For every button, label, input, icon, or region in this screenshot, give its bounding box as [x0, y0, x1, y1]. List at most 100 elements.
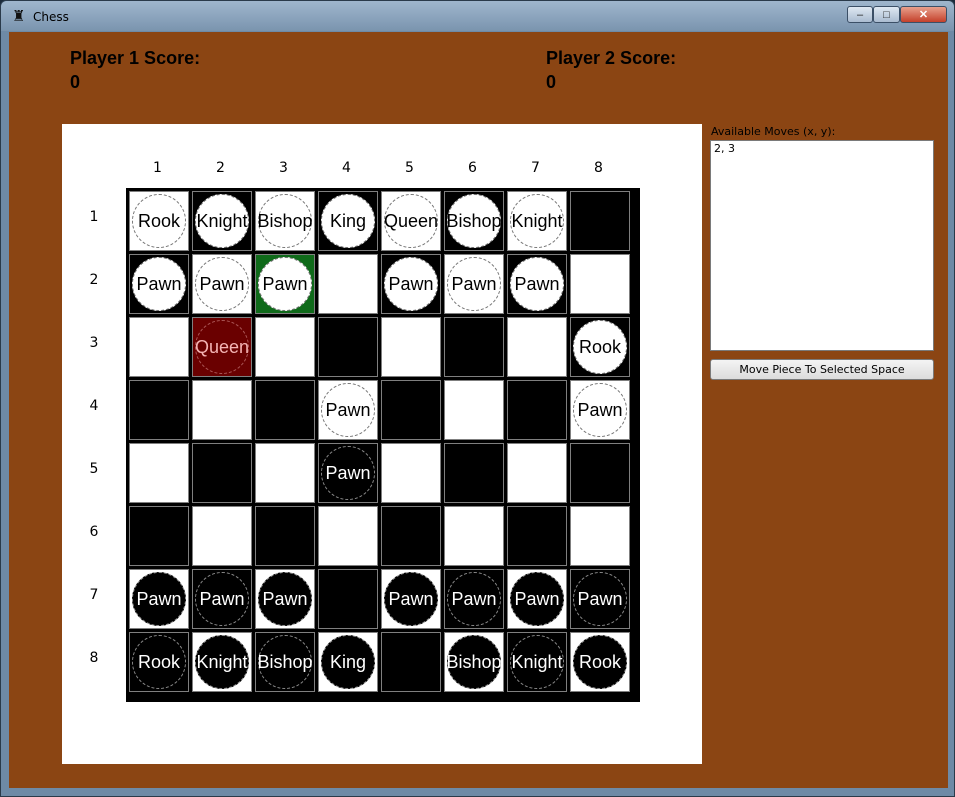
board-square[interactable]: Pawn — [444, 254, 504, 314]
chess-piece[interactable]: Pawn — [384, 257, 438, 311]
board-square[interactable]: Bishop — [444, 191, 504, 251]
chess-piece[interactable]: Pawn — [447, 257, 501, 311]
close-button[interactable]: ✕ — [900, 6, 947, 23]
board-square[interactable] — [444, 443, 504, 503]
board-square[interactable] — [129, 317, 189, 377]
board-square[interactable]: Pawn — [507, 254, 567, 314]
board-square[interactable] — [129, 443, 189, 503]
board-square[interactable]: Rook — [570, 632, 630, 692]
move-piece-button[interactable]: Move Piece To Selected Space — [710, 359, 934, 380]
chess-piece[interactable]: Queen — [195, 320, 249, 374]
board-square[interactable] — [570, 506, 630, 566]
board-square[interactable]: Pawn — [570, 569, 630, 629]
board-square[interactable]: Rook — [570, 317, 630, 377]
board-square[interactable] — [570, 443, 630, 503]
board-square[interactable]: Pawn — [381, 569, 441, 629]
board-square[interactable] — [192, 443, 252, 503]
board-square[interactable]: Knight — [192, 191, 252, 251]
chess-piece[interactable]: Pawn — [447, 572, 501, 626]
board-square[interactable]: Queen — [381, 191, 441, 251]
board-square[interactable]: Knight — [507, 191, 567, 251]
board-square[interactable]: Bishop — [255, 191, 315, 251]
board-square[interactable]: Knight — [192, 632, 252, 692]
chess-piece[interactable]: King — [321, 194, 375, 248]
title-bar[interactable]: ♜ Chess – □ ✕ — [1, 1, 954, 31]
chess-piece[interactable]: Pawn — [384, 572, 438, 626]
board-square[interactable]: King — [318, 191, 378, 251]
board-square[interactable]: Pawn — [192, 569, 252, 629]
board-square[interactable]: Pawn — [444, 569, 504, 629]
chess-piece[interactable]: Bishop — [446, 194, 502, 248]
board-square[interactable] — [318, 254, 378, 314]
chess-piece[interactable]: Pawn — [195, 257, 249, 311]
board-square[interactable] — [444, 506, 504, 566]
chess-piece[interactable]: Rook — [132, 635, 186, 689]
board-square[interactable]: Pawn — [507, 569, 567, 629]
chess-piece[interactable]: Queen — [384, 194, 438, 248]
board-square[interactable]: Queen — [192, 317, 252, 377]
board-square[interactable] — [255, 506, 315, 566]
available-moves-list[interactable]: 2, 3 — [710, 140, 934, 351]
board-square[interactable] — [381, 380, 441, 440]
chess-piece[interactable]: Pawn — [258, 257, 312, 311]
board-square[interactable] — [192, 506, 252, 566]
board-square[interactable] — [570, 254, 630, 314]
board-square[interactable]: Pawn — [129, 254, 189, 314]
chess-piece[interactable]: King — [321, 635, 375, 689]
board-square[interactable] — [507, 317, 567, 377]
board-square[interactable]: Rook — [129, 191, 189, 251]
chess-piece[interactable]: Pawn — [510, 572, 564, 626]
board-square[interactable] — [507, 443, 567, 503]
minimize-button[interactable]: – — [847, 6, 873, 23]
chess-piece[interactable]: Rook — [573, 635, 627, 689]
chess-piece[interactable]: Knight — [195, 194, 249, 248]
board-square[interactable]: Pawn — [192, 254, 252, 314]
move-option[interactable]: 2, 3 — [711, 141, 933, 156]
chess-piece[interactable]: Pawn — [321, 446, 375, 500]
chess-piece[interactable]: Pawn — [510, 257, 564, 311]
board-square[interactable]: Knight — [507, 632, 567, 692]
board-square[interactable] — [507, 380, 567, 440]
chess-piece[interactable]: Pawn — [258, 572, 312, 626]
board-square[interactable]: Pawn — [255, 569, 315, 629]
board-square[interactable] — [255, 380, 315, 440]
board-square[interactable] — [381, 317, 441, 377]
chess-piece[interactable]: Bishop — [446, 635, 502, 689]
chess-piece[interactable]: Rook — [132, 194, 186, 248]
board-square[interactable]: Pawn — [129, 569, 189, 629]
board-square[interactable] — [318, 506, 378, 566]
board-square[interactable] — [255, 317, 315, 377]
board-square[interactable]: Pawn — [570, 380, 630, 440]
board-square[interactable]: Bishop — [444, 632, 504, 692]
board-square[interactable] — [129, 380, 189, 440]
board-square[interactable]: Pawn — [255, 254, 315, 314]
board-square[interactable]: Pawn — [318, 443, 378, 503]
chess-piece[interactable]: Knight — [510, 635, 564, 689]
board-square[interactable]: Pawn — [318, 380, 378, 440]
board-square[interactable] — [444, 317, 504, 377]
chess-piece[interactable]: Pawn — [195, 572, 249, 626]
board-square[interactable]: King — [318, 632, 378, 692]
maximize-button[interactable]: □ — [873, 6, 900, 23]
chess-piece[interactable]: Bishop — [257, 194, 313, 248]
board-square[interactable]: Pawn — [381, 254, 441, 314]
board-square[interactable] — [318, 317, 378, 377]
board-square[interactable] — [507, 506, 567, 566]
board-square[interactable] — [381, 506, 441, 566]
chess-piece[interactable]: Pawn — [573, 572, 627, 626]
chess-piece[interactable]: Knight — [195, 635, 249, 689]
board-square[interactable] — [129, 506, 189, 566]
board-square[interactable] — [570, 191, 630, 251]
chess-piece[interactable]: Knight — [510, 194, 564, 248]
chess-piece[interactable]: Pawn — [321, 383, 375, 437]
chess-piece[interactable]: Pawn — [573, 383, 627, 437]
board-square[interactable] — [255, 443, 315, 503]
board-square[interactable] — [444, 380, 504, 440]
chess-piece[interactable]: Bishop — [257, 635, 313, 689]
board-square[interactable] — [318, 569, 378, 629]
chess-piece[interactable]: Rook — [573, 320, 627, 374]
chess-piece[interactable]: Pawn — [132, 257, 186, 311]
board-square[interactable]: Bishop — [255, 632, 315, 692]
chess-piece[interactable]: Pawn — [132, 572, 186, 626]
board-square[interactable] — [381, 632, 441, 692]
